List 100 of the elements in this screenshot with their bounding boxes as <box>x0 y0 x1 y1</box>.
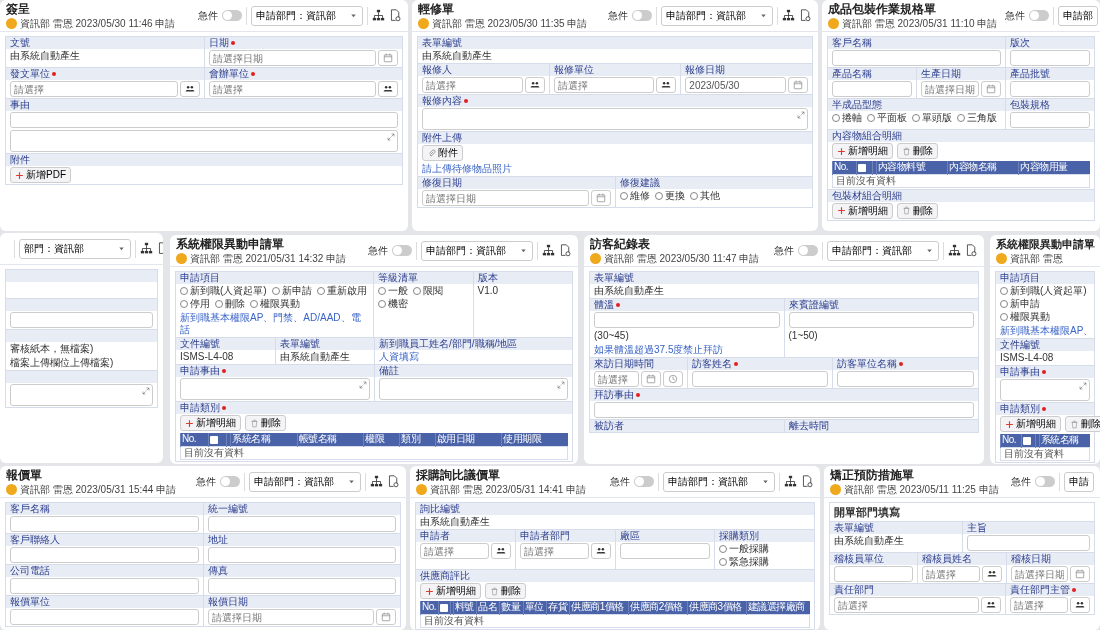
delete-button[interactable]: 刪除 <box>245 415 286 431</box>
urgent-toggle[interactable] <box>222 10 242 21</box>
org-chart-icon[interactable] <box>370 475 383 488</box>
calendar-button[interactable] <box>376 609 396 625</box>
urgent-toggle[interactable] <box>1029 10 1050 21</box>
org-chart-icon[interactable] <box>782 9 795 22</box>
add-button[interactable]: 新增PDF <box>10 167 71 183</box>
text-area[interactable] <box>422 108 808 130</box>
input-field[interactable] <box>10 609 199 625</box>
add-button[interactable]: 新增明細 <box>832 143 893 159</box>
department-select[interactable]: 申請部門：資訊部 <box>661 5 773 26</box>
attach-button[interactable]: 附件 <box>422 145 463 161</box>
org-chart-icon[interactable] <box>542 244 555 257</box>
input-field[interactable]: 請選擇日期 <box>1010 566 1068 582</box>
input-field[interactable] <box>594 402 974 418</box>
urgent-toggle[interactable] <box>1035 476 1055 487</box>
department-select[interactable]: 申請部門：資訊部 <box>827 240 939 261</box>
people-picker-button[interactable] <box>590 543 611 559</box>
input-field[interactable]: 請選擇 <box>553 77 655 93</box>
department-select[interactable]: 申請 <box>1064 471 1094 492</box>
input-field[interactable] <box>207 516 396 532</box>
department-select[interactable]: 申請部門：資訊部 <box>249 471 361 492</box>
calendar-button[interactable] <box>1070 566 1090 582</box>
input-field[interactable] <box>207 547 396 563</box>
people-picker-button[interactable] <box>524 77 545 93</box>
expand-icon[interactable] <box>358 381 367 389</box>
input-field[interactable] <box>10 516 199 532</box>
input-field[interactable] <box>10 547 199 563</box>
department-select[interactable]: 申請部 <box>1058 5 1099 26</box>
input-field[interactable] <box>691 371 829 387</box>
input-field[interactable] <box>10 578 199 594</box>
urgent-toggle[interactable] <box>634 476 654 487</box>
org-chart-icon[interactable] <box>140 242 153 255</box>
text-area[interactable] <box>378 378 568 400</box>
input-field[interactable]: 請選擇 <box>208 81 376 97</box>
add-button[interactable]: 新增明細 <box>180 415 241 431</box>
delete-button[interactable]: 刪除 <box>897 202 938 219</box>
people-picker-button[interactable] <box>981 566 1002 582</box>
department-select[interactable]: 申請部門：資訊部 <box>251 5 363 26</box>
input-field[interactable]: 請選擇 <box>834 597 980 613</box>
calendar-button[interactable] <box>640 371 661 387</box>
input-field[interactable]: 請選擇 <box>519 543 589 559</box>
people-picker-button[interactable] <box>981 597 1002 613</box>
input-field[interactable] <box>832 81 912 97</box>
text-area[interactable] <box>180 378 370 400</box>
clock-button[interactable] <box>662 371 683 387</box>
input-field[interactable]: 請選擇日期 <box>207 609 374 625</box>
department-select[interactable]: 申請部門：資訊部 <box>421 240 533 261</box>
people-picker-button[interactable] <box>1070 597 1090 613</box>
expand-icon[interactable] <box>142 387 150 395</box>
calendar-button[interactable] <box>788 77 808 93</box>
input-field[interactable]: 請選擇 <box>10 81 178 97</box>
calendar-button[interactable] <box>378 50 398 66</box>
select-all-checkbox[interactable] <box>1023 436 1032 445</box>
input-field[interactable] <box>1010 81 1090 97</box>
input-field[interactable]: 請選擇日期 <box>208 50 376 66</box>
input-field[interactable] <box>837 371 974 387</box>
input-field[interactable] <box>1009 112 1090 128</box>
expand-icon[interactable] <box>797 111 805 119</box>
input-field[interactable]: 請選擇日期 <box>921 81 979 97</box>
delete-button[interactable]: 刪除 <box>485 583 526 599</box>
input-field[interactable] <box>834 566 914 582</box>
input-field[interactable] <box>832 50 1001 66</box>
urgent-toggle[interactable] <box>392 245 412 256</box>
input-field[interactable] <box>207 578 396 594</box>
calendar-button[interactable] <box>981 81 1001 97</box>
urgent-toggle[interactable] <box>632 10 652 21</box>
add-button[interactable]: 新增明細 <box>832 202 893 219</box>
delete-button[interactable]: 刪除 <box>1065 416 1100 432</box>
input-field[interactable]: 請選擇 <box>594 371 639 387</box>
urgent-toggle[interactable] <box>798 245 818 256</box>
input-field[interactable]: 請選擇 <box>1010 597 1068 613</box>
org-chart-icon[interactable] <box>372 9 385 22</box>
people-picker-button[interactable] <box>378 81 398 97</box>
add-button[interactable]: 新增明細 <box>420 583 481 599</box>
input-field[interactable] <box>594 312 780 328</box>
select-all-checkbox[interactable] <box>209 435 218 444</box>
input-field[interactable]: 請選擇 <box>420 543 489 559</box>
input-field[interactable] <box>1009 50 1090 66</box>
people-picker-button[interactable] <box>490 543 511 559</box>
org-chart-icon[interactable] <box>784 475 797 488</box>
org-chart-icon[interactable] <box>948 244 961 257</box>
department-select[interactable]: 部門：資訊部 <box>19 238 131 259</box>
expand-icon[interactable] <box>387 133 395 141</box>
input-field[interactable] <box>966 535 1090 551</box>
delete-button[interactable]: 刪除 <box>897 143 938 159</box>
expand-icon[interactable] <box>1079 382 1087 390</box>
input-field[interactable] <box>619 543 711 559</box>
select-all-checkbox[interactable] <box>858 163 867 172</box>
expand-icon[interactable] <box>557 381 565 389</box>
input-field[interactable]: 請選擇 <box>422 77 523 93</box>
input-field[interactable] <box>10 312 153 328</box>
input-field[interactable]: 請選擇日期 <box>422 190 589 206</box>
text-area[interactable] <box>1000 379 1090 401</box>
people-picker-button[interactable] <box>179 81 200 97</box>
text-area[interactable] <box>10 130 398 152</box>
input-field[interactable] <box>788 312 974 328</box>
department-select[interactable]: 申請部門：資訊部 <box>663 471 775 492</box>
calendar-button[interactable] <box>590 190 611 206</box>
input-field[interactable]: 請選擇 <box>922 566 980 582</box>
